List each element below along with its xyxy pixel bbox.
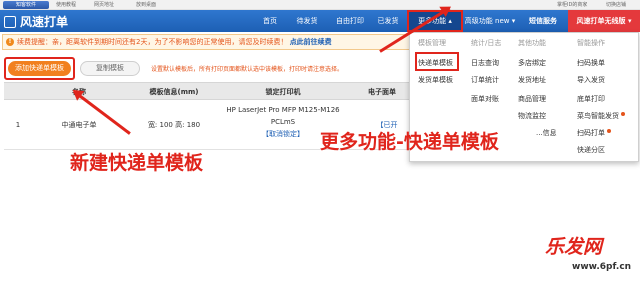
dropdown-item-ship-address[interactable]: 发货地址 — [518, 75, 546, 85]
highlight-box-add-template — [4, 57, 75, 80]
col-e-waybill: 电子面单 — [368, 88, 396, 96]
app-title: 风速打单 — [20, 15, 69, 29]
dropdown-head-smart: 智能操作 — [577, 39, 605, 47]
nav-advanced-functions[interactable]: 高级功能 new ▾ — [461, 10, 519, 32]
row-index: 1 — [15, 121, 21, 129]
dropdown-item-waybill-reconcile[interactable]: 面单对账 — [471, 94, 499, 104]
dropdown-item-multi-shop[interactable]: 多店绑定 — [518, 58, 546, 68]
dropdown-item-logistics-monitor[interactable]: 物流监控 — [518, 111, 546, 121]
nav-home[interactable]: 首页 — [255, 10, 285, 32]
switch-shop-link[interactable]: 切换店铺 — [606, 1, 626, 9]
default-template-tip: 设置默认模板后，所有打印页面都默认选中该模板，打印时请注意选择。 — [151, 66, 344, 73]
nav-shipped[interactable]: 已发货 — [370, 10, 406, 32]
dropdown-item-product-manage[interactable]: 商品管理 — [518, 94, 546, 104]
annotation-more-functions-template: 更多功能-快递单模板 — [320, 131, 499, 153]
app-brand: 风速打单 — [4, 13, 68, 30]
dropdown-item-invoice-template[interactable]: 发货单模板 — [418, 75, 453, 85]
nav-pending-shipment[interactable]: 待发货 — [290, 10, 324, 32]
highlight-box-express-template — [415, 52, 459, 71]
col-template-info: 模板信息(mm) — [149, 88, 199, 96]
watermark-logo: 乐发网 — [545, 236, 603, 258]
dropdown-item-scan-print[interactable]: 扫码打单 — [577, 128, 611, 138]
dropdown-item-import-ship[interactable]: 导入发货 — [577, 75, 605, 85]
dropdown-head-stats: 统计/日志 — [471, 39, 502, 47]
top-utility-bar: 知客软件 使用教程 网页地址 放到桌面 掌柜ID的商家 切换店铺 — [0, 0, 640, 10]
nav-sms-service[interactable]: 短信服务 — [520, 10, 566, 32]
dropdown-item-courier-zone[interactable]: 快递分区 — [577, 145, 605, 155]
notice-text: 续费提醒：亲，距离软件到期时间还有2天，为了不影响您的正常使用，请您及时续费！ — [17, 38, 288, 46]
web-address-link[interactable]: 网页地址 — [94, 1, 114, 9]
renewal-notice: ! 续费提醒：亲，距离软件到期时间还有2天，为了不影响您的正常使用，请您及时续费… — [2, 34, 410, 50]
template-table-header: 名称 模板信息(mm) 锁定打印机 电子面单 — [4, 82, 410, 100]
user-name[interactable]: 掌柜ID的商家 — [557, 1, 587, 9]
cube-icon — [4, 15, 16, 28]
nav-wireless-version[interactable]: 风速打单无线版 ▾ — [568, 10, 640, 32]
dropdown-item-info[interactable]: ...信息 — [536, 128, 557, 138]
dropdown-item-stub-print[interactable]: 底单打印 — [577, 94, 605, 104]
dropdown-item-order-stats[interactable]: 订单统计 — [471, 75, 499, 85]
dropdown-item-scan-swap[interactable]: 扫码换单 — [577, 58, 605, 68]
copy-template-button[interactable]: 复制模板 — [80, 61, 140, 76]
company-logo: 知客软件 — [3, 1, 49, 9]
main-header: 风速打单 首页 待发货 自由打印 已发货 更多功能 ▴ 高级功能 new ▾ 短… — [0, 10, 640, 32]
printer-name-line1: HP LaserJet Pro MFP M125-M126 — [226, 106, 340, 114]
dropdown-head-template: 模板管理 — [418, 39, 446, 47]
dropdown-item-log-query[interactable]: 日志查询 — [471, 58, 499, 68]
row-template-name: 中通电子单 — [61, 121, 97, 129]
nav-free-print[interactable]: 自由打印 — [330, 10, 370, 32]
annotation-new-template: 新建快递单模板 — [70, 152, 204, 174]
row-template-size: 宽: 100 高: 180 — [147, 121, 201, 129]
warning-icon: ! — [6, 38, 14, 46]
watermark-url: www.6pf.cn — [572, 262, 632, 272]
desktop-link[interactable]: 放到桌面 — [136, 1, 156, 9]
dropdown-item-cainiao-ship[interactable]: 菜鸟智能发货 — [577, 111, 625, 121]
tutorial-link[interactable]: 使用教程 — [56, 1, 76, 9]
renew-link[interactable]: 点此前往续费 — [290, 38, 332, 46]
col-locked-printer: 锁定打印机 — [265, 88, 301, 96]
dropdown-head-other: 其他功能 — [518, 39, 546, 47]
